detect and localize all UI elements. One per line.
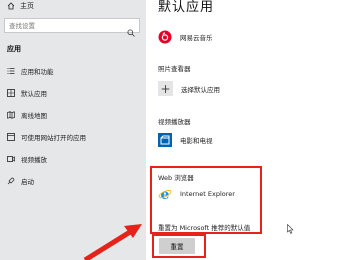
music-app-label: 网易云音乐 <box>180 34 213 42</box>
highlight-box-web-browser <box>150 166 262 234</box>
sidebar-item-apps-features[interactable]: 应用和功能 <box>0 60 146 82</box>
netease-music-icon <box>158 30 172 44</box>
sidebar-item-web-apps[interactable]: 可使用网站打开的应用 <box>0 126 146 148</box>
sidebar-nav: 应用和功能 默认应用 离线地图 可使用网站打开的应用 视频播放 启动 <box>0 60 146 192</box>
sidebar-item-label: 默认应用 <box>21 90 47 98</box>
sidebar-item-label: 视频播放 <box>21 156 47 164</box>
offline-map-icon <box>7 111 15 119</box>
plus-icon: + <box>158 81 173 96</box>
photo-viewer-app-button[interactable]: + 选择默认应用 <box>158 81 220 96</box>
sidebar-section-label: 应用 <box>7 45 21 53</box>
film-icon <box>158 133 172 147</box>
search-box[interactable] <box>4 18 140 37</box>
home-link[interactable]: 主页 <box>7 0 34 12</box>
sidebar-item-startup[interactable]: 启动 <box>0 170 146 192</box>
video-app-label: 电影和电视 <box>180 137 213 145</box>
sidebar-item-label: 应用和功能 <box>21 68 54 76</box>
sidebar-item-label: 启动 <box>21 178 34 186</box>
sidebar-item-video-playback[interactable]: 视频播放 <box>0 148 146 170</box>
sidebar-item-label: 离线地图 <box>21 112 47 120</box>
sidebar: 主页 应用 应用和功能 默认应用 离线地图 <box>0 0 146 260</box>
highlight-box-reset-button <box>152 234 206 258</box>
page-title: 默认应用 <box>158 0 215 15</box>
photo-viewer-category: 照片查看器 <box>158 65 191 73</box>
home-icon <box>7 2 15 10</box>
sidebar-item-label: 可使用网站打开的应用 <box>21 134 86 142</box>
home-label: 主页 <box>20 2 34 10</box>
video-playback-icon <box>7 155 15 163</box>
search-input[interactable] <box>9 21 127 30</box>
photo-app-label: 选择默认应用 <box>181 85 220 94</box>
music-player-app-button[interactable]: 网易云音乐 <box>158 30 213 44</box>
sidebar-item-offline-maps[interactable]: 离线地图 <box>0 104 146 126</box>
mouse-cursor-icon <box>287 224 294 234</box>
startup-icon <box>7 177 15 185</box>
search-icon[interactable] <box>127 22 135 37</box>
sidebar-item-default-apps[interactable]: 默认应用 <box>0 82 146 104</box>
video-player-category: 视频播放器 <box>158 118 191 126</box>
video-player-app-button[interactable]: 电影和电视 <box>158 133 213 147</box>
default-apps-icon <box>7 89 15 97</box>
apps-list-icon <box>7 67 15 75</box>
web-apps-icon <box>7 133 15 141</box>
